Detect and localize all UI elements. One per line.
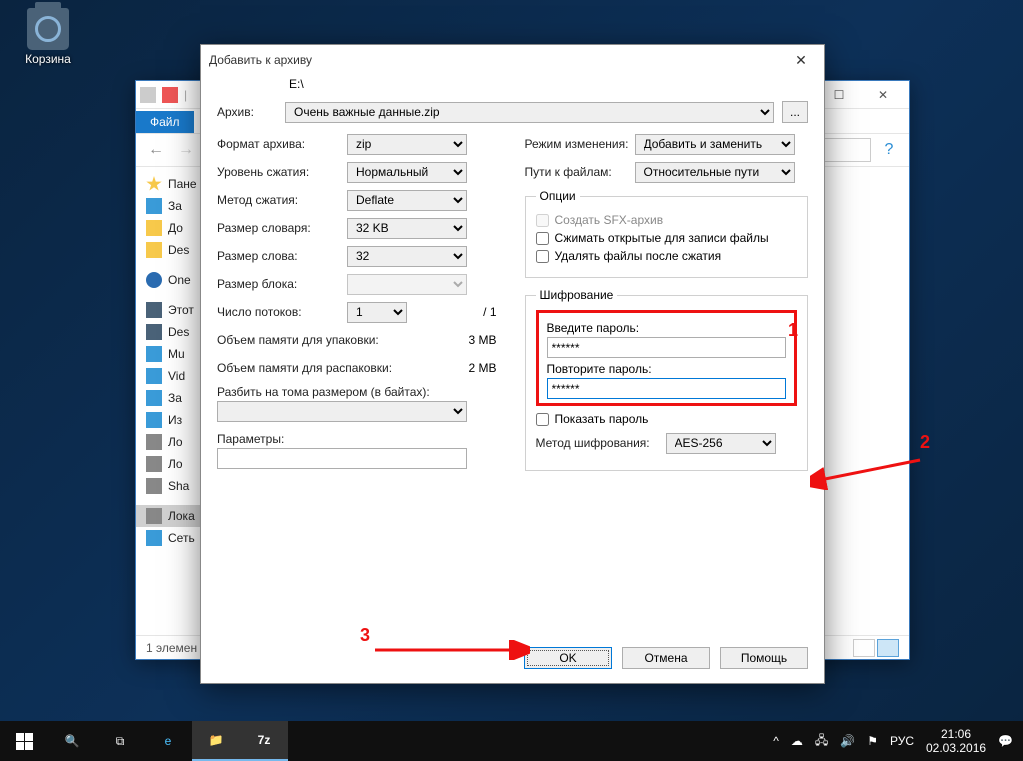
sidebar-item-icon xyxy=(146,220,162,236)
sidebar-item-icon xyxy=(146,368,162,384)
sidebar-item-icon xyxy=(146,434,162,450)
sidebar-item-icon xyxy=(146,324,162,340)
sidebar-item-label: Des xyxy=(168,325,189,339)
password-highlight-box: Введите пароль: Повторите пароль: xyxy=(536,310,798,406)
sidebar-item-icon xyxy=(146,242,162,258)
parameters-input[interactable] xyxy=(217,448,467,469)
search-icon[interactable]: 🔍 xyxy=(48,721,96,761)
sidebar-item-label: Des xyxy=(168,243,189,257)
sidebar-item-label: Сеть xyxy=(168,531,195,545)
sidebar-item-icon xyxy=(146,198,162,214)
password-repeat-input[interactable] xyxy=(547,378,787,399)
sidebar-item-label: Этот xyxy=(168,303,194,317)
notification-icon[interactable]: 💬 xyxy=(998,734,1013,748)
dictionary-size-select[interactable]: 32 KB xyxy=(347,218,467,239)
sidebar-item-icon xyxy=(146,530,162,546)
task-view-icon[interactable]: ⧉ xyxy=(96,721,144,761)
archive-format-select[interactable]: zip xyxy=(347,134,467,155)
dialog-close-button[interactable]: ✕ xyxy=(786,45,816,75)
update-mode-select[interactable]: Добавить и заменить xyxy=(635,134,795,155)
edge-icon[interactable]: e xyxy=(144,721,192,761)
tray-network-icon[interactable]: 🖧 xyxy=(815,731,828,752)
taskbar: 🔍 ⧉ e 📁 7z ^ ☁ 🖧 🔊 ⚑ РУС 21:06 02.03.201… xyxy=(0,721,1023,761)
qat-sep: | xyxy=(184,88,187,102)
sidebar-item-icon xyxy=(146,508,162,524)
explorer-close[interactable]: ✕ xyxy=(861,81,905,109)
nav-fwd[interactable]: → xyxy=(174,138,198,162)
tray-chevron-icon[interactable]: ^ xyxy=(773,734,779,748)
sidebar-item-label: За xyxy=(168,391,182,405)
sidebar-item-label: Лока xyxy=(168,509,195,523)
sidebar-item-icon xyxy=(146,456,162,472)
annotation-2: 2 xyxy=(920,432,930,453)
tray-flag-icon[interactable]: ⚑ xyxy=(867,734,878,748)
sidebar-item-icon xyxy=(146,302,162,318)
archive-path-combo[interactable]: Очень важные данные.zip xyxy=(285,102,774,123)
nav-back[interactable]: ← xyxy=(144,138,168,162)
add-to-archive-dialog: Добавить к архиву ✕ E:\ Архив: Очень важ… xyxy=(200,44,825,684)
tab-file[interactable]: Файл xyxy=(136,111,194,133)
archive-label: Архив: xyxy=(217,105,277,119)
encryption-method-select[interactable]: AES-256 xyxy=(666,433,776,454)
cancel-button[interactable]: Отмена xyxy=(622,647,710,669)
sidebar-item-icon xyxy=(146,478,162,494)
sidebar-item-icon xyxy=(146,272,162,288)
dialog-title: Добавить к архиву xyxy=(209,53,312,67)
sidebar-item-label: За xyxy=(168,199,182,213)
split-volume-combo[interactable] xyxy=(217,401,467,422)
sidebar-item-label: One xyxy=(168,273,191,287)
sidebar-item-label: Ло xyxy=(168,457,183,471)
ok-button[interactable]: OK xyxy=(524,647,612,669)
compress-open-checkbox[interactable]: Сжимать открытые для записи файлы xyxy=(536,231,798,245)
compression-level-select[interactable]: Нормальный xyxy=(347,162,467,183)
qat-icon xyxy=(162,87,178,103)
status-text: 1 элемен xyxy=(146,641,197,655)
sidebar-item-label: Пане xyxy=(168,177,197,191)
path-mode-select[interactable]: Относительные пути xyxy=(635,162,795,183)
sidebar-item-label: До xyxy=(168,221,183,235)
taskbar-clock[interactable]: 21:06 02.03.2016 xyxy=(926,727,986,756)
password-input[interactable] xyxy=(547,337,787,358)
help-button[interactable]: Помощь xyxy=(720,647,808,669)
sidebar-item-label: Mu xyxy=(168,347,185,361)
sfx-checkbox: Создать SFX-архив xyxy=(536,213,798,227)
disk-icon xyxy=(140,87,156,103)
thread-count-select[interactable]: 1 xyxy=(347,302,407,323)
sidebar-item-label: Из xyxy=(168,413,182,427)
word-size-select[interactable]: 32 xyxy=(347,246,467,267)
tray-volume-icon[interactable]: 🔊 xyxy=(840,734,855,748)
sidebar-item-icon xyxy=(146,346,162,362)
recycle-bin-label: Корзина xyxy=(25,52,71,66)
sidebar-item-icon xyxy=(146,412,162,428)
show-password-checkbox[interactable]: Показать пароль xyxy=(536,412,798,426)
help-icon[interactable]: ? xyxy=(877,138,901,162)
compression-method-select[interactable]: Deflate xyxy=(347,190,467,211)
start-button[interactable] xyxy=(0,721,48,761)
view-list-button[interactable] xyxy=(853,639,875,657)
recycle-bin[interactable]: Корзина xyxy=(18,8,78,66)
archive-drive: E:\ xyxy=(217,77,808,91)
sidebar-item-label: Sha xyxy=(168,479,189,493)
options-group: Опции Создать SFX-архив Сжимать открытые… xyxy=(525,189,809,278)
browse-button[interactable]: ... xyxy=(782,101,808,123)
sidebar-item-label: Vid xyxy=(168,369,185,383)
encryption-group: Шифрование Введите пароль: Повторите пар… xyxy=(525,288,809,471)
explorer-taskbar-icon[interactable]: 📁 xyxy=(192,721,240,761)
sidebar-item-icon xyxy=(146,390,162,406)
tray-onedrive-icon[interactable]: ☁ xyxy=(791,734,803,748)
tray-language[interactable]: РУС xyxy=(890,734,914,748)
delete-after-checkbox[interactable]: Удалять файлы после сжатия xyxy=(536,249,798,263)
7zip-taskbar-icon[interactable]: 7z xyxy=(240,721,288,761)
view-details-button[interactable] xyxy=(877,639,899,657)
sidebar-item-icon xyxy=(146,176,162,192)
block-size-select[interactable] xyxy=(347,274,467,295)
sidebar-item-label: Ло xyxy=(168,435,183,449)
